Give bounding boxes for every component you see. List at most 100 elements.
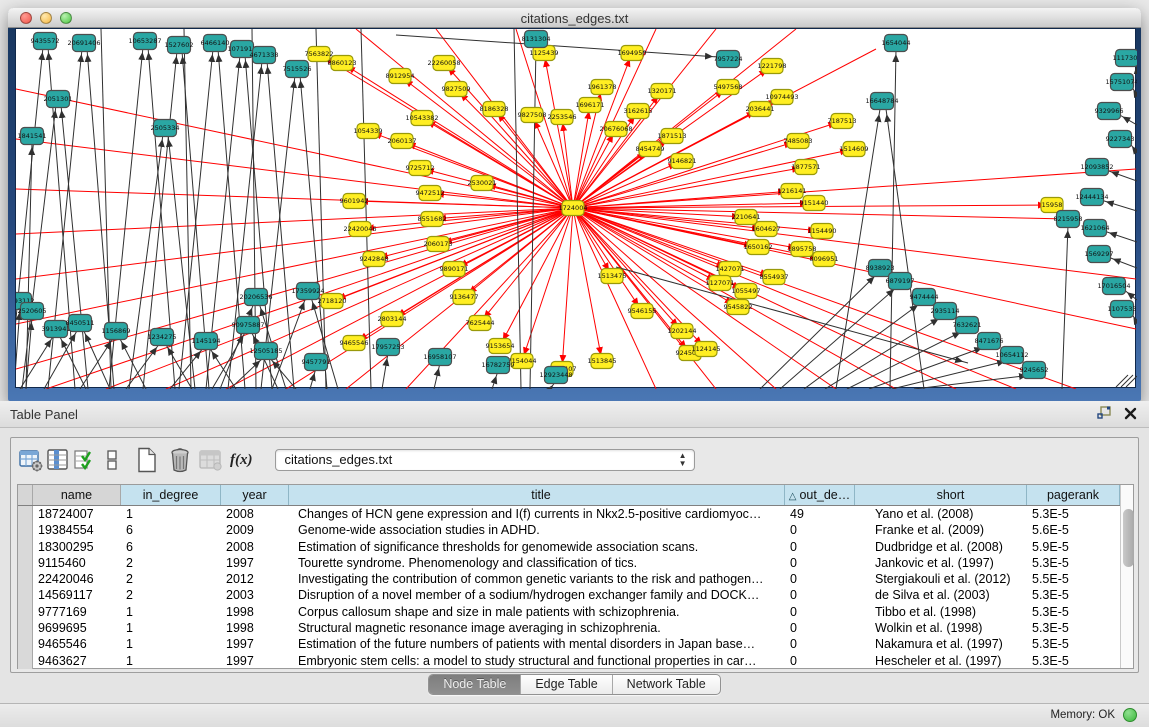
graph-node[interactable]: 20676068 [599,122,632,137]
graph-node[interactable]: 1527602 [165,37,194,54]
column-header-short[interactable]: short [855,485,1027,505]
tab-network-table[interactable]: Network Table [613,675,720,694]
graph-node[interactable]: 9725712 [406,161,435,176]
graph-node[interactable]: 2803144 [378,312,407,327]
graph-node[interactable]: 1514609 [840,142,869,157]
graph-hub-node[interactable]: 1724004 [559,201,588,216]
graph-node[interactable]: 7485083 [784,134,813,149]
table-row[interactable]: 969969511998Structural magnetic resonanc… [18,620,1120,636]
graph-node[interactable]: 8454749 [636,142,665,157]
graph-node[interactable]: 20206536 [239,289,272,306]
graph-node[interactable]: 17359924 [291,283,324,300]
graph-node[interactable]: 2530021 [468,176,497,191]
graph-node[interactable]: 1320171 [648,84,677,99]
column-header-outde[interactable]: △out_de… [785,485,855,505]
graph-node[interactable]: 1216141 [778,184,807,199]
graph-node[interactable]: 8450511 [66,315,95,332]
graph-node[interactable]: 1117304 [1113,50,1137,67]
graph-node[interactable]: 1221798 [758,59,787,74]
graph-node[interactable]: 9890171 [440,262,469,277]
graph-node[interactable]: 8215958 [1054,211,1083,228]
graph-node[interactable]: 9329966 [1095,103,1124,120]
graph-node[interactable]: 9245652 [1020,362,1049,379]
graph-node[interactable]: 9146821 [668,154,697,169]
graph-node[interactable]: 1156869 [102,323,131,340]
table-row[interactable]: 2242004622012Investigating the contribut… [18,571,1120,587]
table-row[interactable]: 1872400712008Changes of HCN gene express… [18,506,1120,522]
graph-node[interactable]: 17957253 [371,339,404,356]
float-window-icon[interactable] [1097,406,1112,425]
graph-node[interactable]: 4671338 [250,47,279,64]
graph-node[interactable]: 1127071 [706,276,735,291]
table-row[interactable]: 1938455462009Genome-wide association stu… [18,522,1120,538]
table-selector-dropdown[interactable]: citations_edges.txt ▲▼ [275,449,695,471]
column-header-pagerank[interactable]: pagerank [1027,485,1120,505]
graph-node[interactable]: 1877571 [792,160,821,175]
graph-node[interactable]: 9827508 [518,108,547,123]
graph-node[interactable]: 16648784 [865,93,898,110]
column-header-indegree[interactable]: in_degree [121,485,221,505]
graph-node[interactable]: 2935114 [931,303,960,320]
graph-node[interactable]: 10653287 [128,33,161,50]
graph-node[interactable]: 9465546 [340,336,369,351]
table-settings-icon[interactable] [17,446,44,474]
graph-node[interactable]: 7632621 [953,317,982,334]
graph-node[interactable]: 1107533 [1108,301,1137,318]
table-row[interactable]: 977716911998Corpus callosum shape and si… [18,604,1120,620]
graph-node[interactable]: 90975887 [231,317,264,334]
table-row[interactable]: 946362711997Embryonic stem cells: a mode… [18,653,1120,669]
graph-node[interactable]: 5497568 [714,80,743,95]
delete-trash-icon[interactable] [166,446,193,474]
close-panel-icon[interactable] [1124,407,1137,425]
graph-node[interactable]: 9227343 [1106,131,1135,148]
graph-node[interactable]: 1154490 [808,224,837,239]
graph-node[interactable]: 6466140 [201,35,230,52]
graph-node[interactable]: 2051301 [44,91,73,108]
graph-node[interactable]: 1696171 [576,98,605,113]
graph-node[interactable]: 7625444 [466,316,495,331]
tab-edge-table[interactable]: Edge Table [521,675,612,694]
graph-node[interactable]: 12505185 [249,343,282,360]
graph-node[interactable]: 1650162 [744,240,773,255]
graph-node[interactable]: 1124145 [692,342,721,357]
graph-node[interactable]: 1961378 [588,80,617,95]
table-columns-icon[interactable] [44,446,71,474]
function-builder-icon[interactable]: f(x) [230,452,253,469]
citation-graph[interactable]: 7563822886012389129542226005898275098186… [16,29,1137,389]
graph-node[interactable]: 1569297 [1085,246,1114,263]
graph-node[interactable]: 12444134 [1075,189,1108,206]
graph-node[interactable]: 16782759 [481,357,514,374]
graph-node[interactable]: 2036441 [746,102,775,117]
graph-node[interactable]: 6879197 [886,273,915,290]
graph-node[interactable]: 22260058 [427,56,460,71]
graph-node[interactable]: 8096951 [810,252,839,267]
tab-node-table[interactable]: Node Table [429,675,521,694]
graph-node[interactable]: 1513845 [588,354,617,369]
graph-node[interactable]: 2060173 [424,237,453,252]
row-height-icon[interactable] [98,446,125,474]
graph-node[interactable]: 9153654 [486,339,515,354]
select-rows-icon[interactable] [71,446,98,474]
table-row[interactable]: 1830029562008Estimation of significance … [18,539,1120,555]
graph-node[interactable]: 9827509 [442,82,471,97]
graph-node[interactable]: 8912954 [386,69,415,84]
graph-node[interactable]: 2210641 [732,210,761,225]
graph-node[interactable]: 2060137 [388,134,417,149]
graph-node[interactable]: 16958107 [423,349,456,366]
table-row[interactable]: 946554611997Estimation of the future num… [18,636,1120,652]
graph-node[interactable]: 2520605 [18,303,47,320]
graph-node[interactable]: 1055497 [732,284,761,299]
graph-node[interactable]: 1054339 [354,124,383,139]
graph-node[interactable]: 17016504 [1097,278,1130,295]
column-header-year[interactable]: year [221,485,289,505]
graph-node[interactable]: 9601942 [340,194,369,209]
vertical-scrollbar[interactable] [1120,485,1133,668]
graph-node[interactable]: 1427071 [716,262,745,277]
graph-node[interactable]: 3162615 [624,104,653,119]
graph-node[interactable]: 9474444 [910,289,939,306]
graph-node[interactable]: 12923448 [539,367,572,384]
graph-node[interactable]: 1694950 [618,46,647,61]
graph-node[interactable]: 1654044 [882,35,911,52]
graph-node[interactable]: 9136477 [450,290,479,305]
graph-node[interactable]: 7515526 [283,61,312,78]
